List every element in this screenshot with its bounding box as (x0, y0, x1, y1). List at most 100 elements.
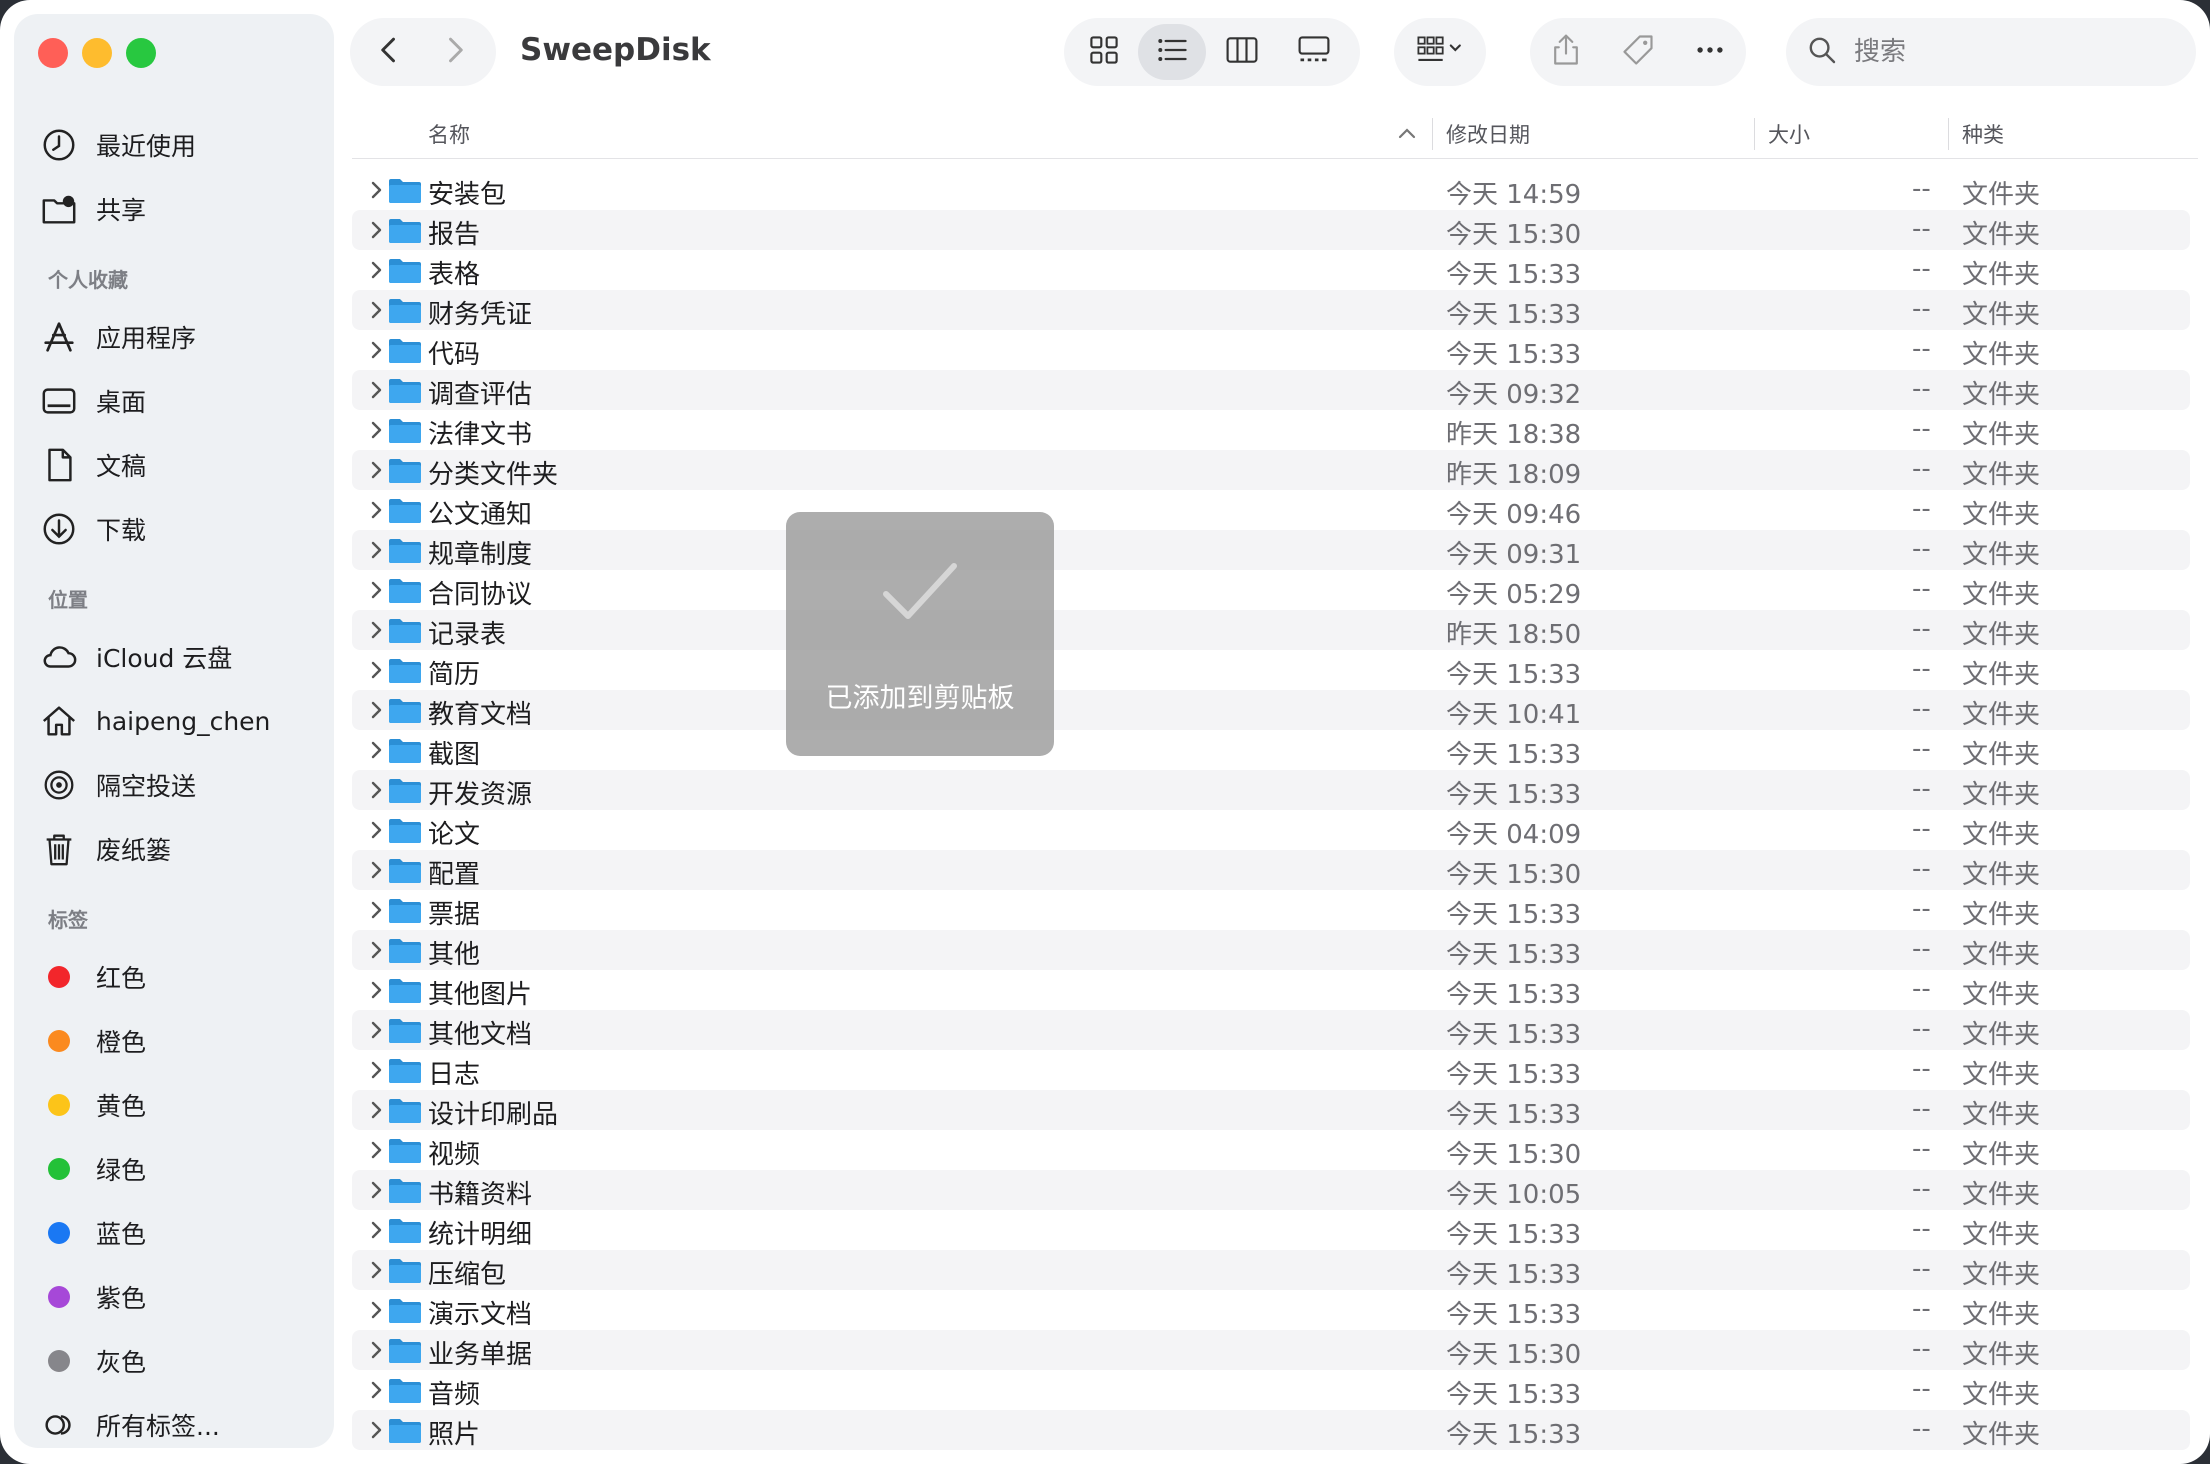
table-row[interactable]: 压缩包 今天 15:33 -- 文件夹 (352, 1250, 2190, 1290)
table-row[interactable]: 设计印刷品 今天 15:33 -- 文件夹 (352, 1090, 2190, 1130)
sidebar-item-applications[interactable]: 应用程序 (38, 312, 328, 362)
table-row[interactable]: 票据 今天 15:33 -- 文件夹 (352, 890, 2190, 930)
table-row[interactable]: 截图 今天 15:33 -- 文件夹 (352, 730, 2190, 770)
sidebar-tag-orange[interactable]: 橙色 (38, 1016, 328, 1066)
table-row[interactable]: 照片 今天 15:33 -- 文件夹 (352, 1410, 2190, 1450)
column-kind[interactable]: 种类 (1962, 116, 2004, 152)
back-button[interactable] (356, 24, 422, 80)
column-name[interactable]: 名称 (428, 116, 470, 152)
table-row[interactable]: 财务凭证 今天 15:33 -- 文件夹 (352, 290, 2190, 330)
disclosure-chevron-icon[interactable] (366, 1378, 388, 1402)
sidebar-item-home[interactable]: haipeng_chen (38, 696, 328, 746)
disclosure-chevron-icon[interactable] (366, 578, 388, 602)
group-button[interactable] (1394, 18, 1486, 86)
table-row[interactable]: 业务单据 今天 15:30 -- 文件夹 (352, 1330, 2190, 1370)
sidebar-tag-blue[interactable]: 蓝色 (38, 1208, 328, 1258)
sidebar-item-recents[interactable]: 最近使用 (38, 120, 328, 170)
icon-view-button[interactable] (1070, 24, 1138, 80)
table-row[interactable]: 教育文档 今天 10:41 -- 文件夹 (352, 690, 2190, 730)
sidebar-tag-green[interactable]: 绿色 (38, 1144, 328, 1194)
disclosure-chevron-icon[interactable] (366, 418, 388, 442)
sidebar-tag-gray[interactable]: 灰色 (38, 1336, 328, 1386)
table-row[interactable]: 日志 今天 15:33 -- 文件夹 (352, 1050, 2190, 1090)
table-row[interactable]: 代码 今天 15:33 -- 文件夹 (352, 330, 2190, 370)
table-row[interactable]: 公文通知 今天 09:46 -- 文件夹 (352, 490, 2190, 530)
disclosure-chevron-icon[interactable] (366, 1258, 388, 1282)
disclosure-chevron-icon[interactable] (366, 1138, 388, 1162)
table-row[interactable]: 配置 今天 15:30 -- 文件夹 (352, 850, 2190, 890)
gallery-view-button[interactable] (1278, 24, 1350, 80)
table-row[interactable]: 音频 今天 15:33 -- 文件夹 (352, 1370, 2190, 1410)
disclosure-chevron-icon[interactable] (366, 938, 388, 962)
column-divider[interactable] (1948, 118, 1949, 150)
table-row[interactable]: 其他 今天 15:33 -- 文件夹 (352, 930, 2190, 970)
close-button[interactable] (38, 38, 68, 68)
disclosure-chevron-icon[interactable] (366, 218, 388, 242)
table-row[interactable]: 分类文件夹 昨天 18:09 -- 文件夹 (352, 450, 2190, 490)
column-size[interactable]: 大小 (1768, 116, 1810, 152)
disclosure-chevron-icon[interactable] (366, 1338, 388, 1362)
disclosure-chevron-icon[interactable] (366, 618, 388, 642)
disclosure-chevron-icon[interactable] (366, 818, 388, 842)
table-row[interactable]: 报告 今天 15:30 -- 文件夹 (352, 210, 2190, 250)
disclosure-chevron-icon[interactable] (366, 458, 388, 482)
table-row[interactable]: 统计明细 今天 15:33 -- 文件夹 (352, 1210, 2190, 1250)
disclosure-chevron-icon[interactable] (366, 1178, 388, 1202)
disclosure-chevron-icon[interactable] (366, 1058, 388, 1082)
disclosure-chevron-icon[interactable] (366, 378, 388, 402)
sidebar-item-airdrop[interactable]: 隔空投送 (38, 760, 328, 810)
table-row[interactable]: 合同协议 今天 05:29 -- 文件夹 (352, 570, 2190, 610)
sidebar-item-documents[interactable]: 文稿 (38, 440, 328, 490)
table-row[interactable]: 开发资源 今天 15:33 -- 文件夹 (352, 770, 2190, 810)
table-row[interactable]: 视频 今天 15:30 -- 文件夹 (352, 1130, 2190, 1170)
table-row[interactable]: 书籍资料 今天 10:05 -- 文件夹 (352, 1170, 2190, 1210)
sidebar-item-trash[interactable]: 废纸篓 (38, 824, 328, 874)
disclosure-chevron-icon[interactable] (366, 1098, 388, 1122)
disclosure-chevron-icon[interactable] (366, 538, 388, 562)
table-row[interactable]: 论文 今天 04:09 -- 文件夹 (352, 810, 2190, 850)
tag-button[interactable] (1602, 24, 1674, 80)
table-row[interactable]: 其他图片 今天 15:33 -- 文件夹 (352, 970, 2190, 1010)
disclosure-chevron-icon[interactable] (366, 298, 388, 322)
sidebar-item-all-tags[interactable]: 所有标签... (38, 1400, 328, 1450)
search-field[interactable] (1786, 18, 2196, 86)
column-view-button[interactable] (1206, 24, 1278, 80)
forward-button[interactable] (422, 24, 488, 80)
list-view-button[interactable] (1138, 24, 1206, 80)
table-row[interactable]: 演示文档 今天 15:33 -- 文件夹 (352, 1290, 2190, 1330)
disclosure-chevron-icon[interactable] (366, 738, 388, 762)
table-row[interactable]: 调查评估 今天 09:32 -- 文件夹 (352, 370, 2190, 410)
disclosure-chevron-icon[interactable] (366, 698, 388, 722)
sidebar-tag-red[interactable]: 红色 (38, 952, 328, 1002)
table-row[interactable]: 表格 今天 15:33 -- 文件夹 (352, 250, 2190, 290)
disclosure-chevron-icon[interactable] (366, 1218, 388, 1242)
sidebar-item-icloud[interactable]: iCloud 云盘 (38, 632, 328, 682)
zoom-button[interactable] (126, 38, 156, 68)
column-date[interactable]: 修改日期 (1446, 116, 1530, 152)
more-button[interactable] (1674, 24, 1746, 80)
disclosure-chevron-icon[interactable] (366, 858, 388, 882)
table-row[interactable]: 安装包 今天 14:59 -- 文件夹 (352, 170, 2190, 210)
table-row[interactable]: 简历 今天 15:33 -- 文件夹 (352, 650, 2190, 690)
sidebar-item-desktop[interactable]: 桌面 (38, 376, 328, 426)
table-row[interactable]: 法律文书 昨天 18:38 -- 文件夹 (352, 410, 2190, 450)
column-divider[interactable] (1754, 118, 1755, 150)
disclosure-chevron-icon[interactable] (366, 658, 388, 682)
disclosure-chevron-icon[interactable] (366, 898, 388, 922)
search-input[interactable] (1852, 36, 2176, 68)
disclosure-chevron-icon[interactable] (366, 498, 388, 522)
disclosure-chevron-icon[interactable] (366, 978, 388, 1002)
sidebar-item-downloads[interactable]: 下载 (38, 504, 328, 554)
minimize-button[interactable] (82, 38, 112, 68)
column-divider[interactable] (1432, 118, 1433, 150)
sidebar-tag-yellow[interactable]: 黄色 (38, 1080, 328, 1130)
table-row[interactable]: 其他文档 今天 15:33 -- 文件夹 (352, 1010, 2190, 1050)
disclosure-chevron-icon[interactable] (366, 778, 388, 802)
disclosure-chevron-icon[interactable] (366, 1298, 388, 1322)
table-row[interactable]: 记录表 昨天 18:50 -- 文件夹 (352, 610, 2190, 650)
sidebar-item-shared[interactable]: 共享 (38, 184, 328, 234)
sidebar-tag-purple[interactable]: 紫色 (38, 1272, 328, 1322)
disclosure-chevron-icon[interactable] (366, 258, 388, 282)
table-row[interactable]: 规章制度 今天 09:31 -- 文件夹 (352, 530, 2190, 570)
disclosure-chevron-icon[interactable] (366, 178, 388, 202)
